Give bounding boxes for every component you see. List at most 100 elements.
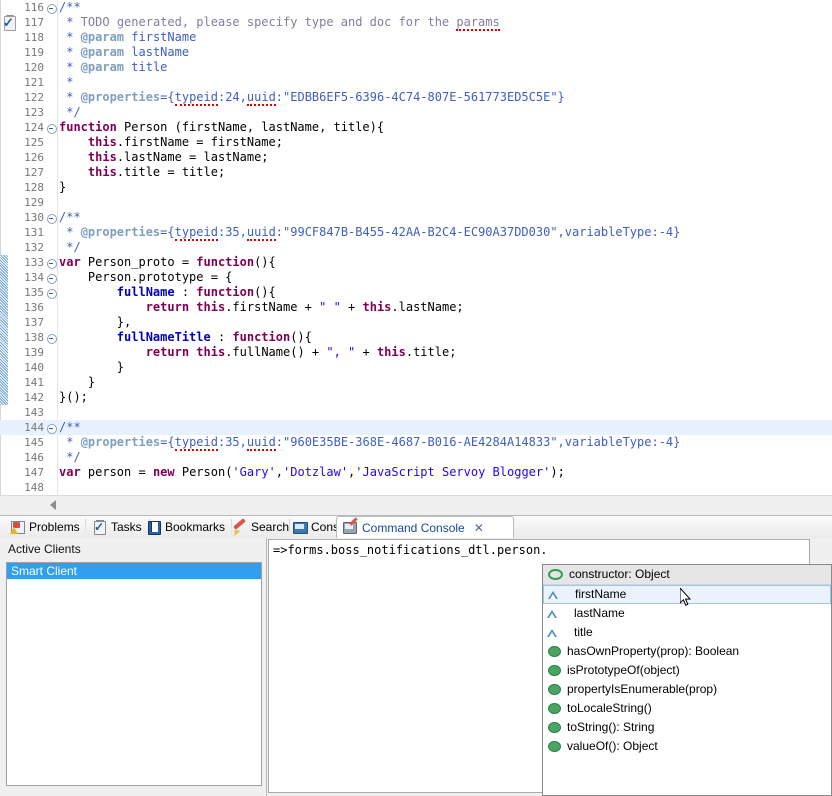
code-line[interactable]: 135 fullName : function(){ bbox=[0, 285, 832, 300]
code-line[interactable]: 148 bbox=[0, 480, 832, 495]
tab-command-console[interactable]: Command Console ✕ bbox=[336, 516, 514, 538]
code-line[interactable]: 119 * @param lastName bbox=[0, 45, 832, 60]
code-line[interactable]: 137 }, bbox=[0, 315, 832, 330]
code-line[interactable]: 146 */ bbox=[0, 450, 832, 465]
code-line[interactable]: 139 return this.fullName() + ", " + this… bbox=[0, 345, 832, 360]
list-item[interactable]: Smart Client bbox=[7, 563, 261, 579]
code-line[interactable]: 129 bbox=[0, 195, 832, 210]
code-text[interactable]: this.firstName = firstName; bbox=[59, 135, 283, 150]
code-text[interactable]: fullName : function(){ bbox=[59, 285, 276, 300]
code-line[interactable]: 142}(); bbox=[0, 390, 832, 405]
code-line[interactable]: 121 * bbox=[0, 75, 832, 90]
code-line[interactable]: 120 * @param title bbox=[0, 60, 832, 75]
code-text[interactable]: fullNameTitle : function(){ bbox=[59, 330, 312, 345]
code-text[interactable]: /** bbox=[59, 0, 81, 15]
code-text[interactable]: */ bbox=[59, 240, 80, 255]
tab-search[interactable]: Search bbox=[226, 516, 290, 538]
autocomplete-item[interactable]: title bbox=[543, 623, 831, 642]
code-text[interactable]: /** bbox=[59, 420, 81, 435]
code-text[interactable]: } bbox=[59, 180, 66, 195]
code-line[interactable]: 133 var Person_proto = function(){ bbox=[0, 255, 832, 270]
active-clients-pane: Active Clients Smart Client bbox=[0, 538, 267, 796]
fold-collapse-icon[interactable] bbox=[46, 270, 57, 285]
code-line[interactable]: 131 * @properties={typeid:35,uuid:"99CF8… bbox=[0, 225, 832, 241]
autocomplete-item[interactable]: valueOf(): Object bbox=[543, 737, 831, 756]
autocomplete-item[interactable]: toLocaleString() bbox=[543, 699, 831, 718]
fold-collapse-icon[interactable] bbox=[46, 120, 57, 135]
code-line[interactable]: 145 * @properties={typeid:35,uuid:"960E3… bbox=[0, 435, 832, 451]
task-marker-icon[interactable]: ✓ bbox=[2, 15, 18, 31]
fold-collapse-icon[interactable] bbox=[46, 210, 57, 225]
code-line[interactable]: 147 var person = new Person('Gary','Dotzl… bbox=[0, 465, 832, 480]
code-line[interactable]: 134 Person.prototype = { bbox=[0, 270, 832, 285]
code-text[interactable]: * @param firstName bbox=[59, 30, 196, 45]
code-line[interactable]: 118 * @param firstName bbox=[0, 30, 832, 45]
code-text[interactable]: this.title = title; bbox=[59, 165, 225, 180]
code-text[interactable]: * TODO generated, please specify type an… bbox=[59, 15, 500, 31]
code-line[interactable]: 136 return this.firstName + " " + this.l… bbox=[0, 300, 832, 315]
code-line[interactable]: 128} bbox=[0, 180, 832, 195]
scrollbar-track[interactable] bbox=[57, 496, 832, 515]
code-line[interactable]: 123 */ bbox=[0, 105, 832, 120]
autocomplete-item[interactable]: firstName bbox=[543, 585, 831, 604]
autocomplete-item[interactable]: hasOwnProperty(prop): Boolean bbox=[543, 642, 831, 661]
code-text[interactable]: var Person_proto = function(){ bbox=[59, 255, 276, 270]
editor-body[interactable]: 116 /** ✓ 117 * TODO generated, please spec… bbox=[0, 0, 832, 495]
code-text[interactable]: * @properties={typeid:24,uuid:"EDBB6EF5-… bbox=[59, 90, 565, 106]
tab-problems[interactable]: Problems bbox=[4, 516, 86, 538]
autocomplete-item[interactable]: lastName bbox=[543, 604, 831, 623]
code-text[interactable]: * @properties={typeid:35,uuid:"99CF847B-… bbox=[59, 225, 680, 241]
code-line[interactable]: 132 */ bbox=[0, 240, 832, 255]
code-line[interactable]: 122 * @properties={typeid:24,uuid:"EDBB6… bbox=[0, 90, 832, 106]
code-line[interactable]: 130 /** bbox=[0, 210, 832, 225]
code-text[interactable]: * bbox=[59, 75, 73, 90]
code-line[interactable]: 116 /** bbox=[0, 0, 832, 15]
code-line[interactable]: 125 this.firstName = firstName; bbox=[0, 135, 832, 150]
tab-bookmarks[interactable]: Bookmarks bbox=[140, 516, 232, 538]
code-text[interactable]: return this.firstName + " " + this.lastN… bbox=[59, 300, 464, 315]
fold-collapse-icon[interactable] bbox=[46, 285, 57, 300]
code-text[interactable]: }, bbox=[59, 315, 131, 330]
code-line[interactable]: 140 } bbox=[0, 360, 832, 375]
command-input-text[interactable]: =>forms.boss_notifications_dtl.person. bbox=[269, 540, 809, 560]
scroll-left-arrow-icon[interactable] bbox=[50, 500, 56, 510]
code-text[interactable]: function Person (firstName, lastName, ti… bbox=[59, 120, 384, 135]
code-text[interactable]: */ bbox=[59, 450, 80, 465]
code-line[interactable]: 141 } bbox=[0, 375, 832, 390]
fold-collapse-icon[interactable] bbox=[46, 255, 57, 270]
code-line[interactable]: 138 fullNameTitle : function(){ bbox=[0, 330, 832, 345]
code-line[interactable]: 126 this.lastName = lastName; bbox=[0, 150, 832, 165]
code-line[interactable]: 143 bbox=[0, 405, 832, 420]
code-line[interactable]: 144 /** bbox=[0, 420, 832, 435]
code-line[interactable]: 127 this.title = title; bbox=[0, 165, 832, 180]
close-icon[interactable]: ✕ bbox=[474, 522, 484, 534]
active-clients-list[interactable]: Smart Client bbox=[6, 562, 262, 786]
code-lines[interactable]: 116 /** ✓ 117 * TODO generated, please spec… bbox=[0, 0, 832, 495]
code-text[interactable]: */ bbox=[59, 105, 80, 120]
autocomplete-popup[interactable]: constructor: Object firstName lastName titl… bbox=[542, 564, 832, 796]
javascript-editor[interactable]: 116 /** ✓ 117 * TODO generated, please spec… bbox=[0, 0, 832, 516]
autocomplete-item[interactable]: constructor: Object bbox=[543, 565, 831, 585]
view-tab-bar[interactable]: Problems ✓ Tasks Bookmarks Search Console Comm… bbox=[0, 516, 832, 539]
code-token: .title; bbox=[405, 345, 457, 359]
fold-collapse-icon[interactable] bbox=[46, 330, 57, 345]
autocomplete-item[interactable]: toString(): String bbox=[543, 718, 831, 737]
autocomplete-item[interactable]: propertyIsEnumerable(prop) bbox=[543, 680, 831, 699]
code-text[interactable]: * @param title bbox=[59, 60, 167, 75]
code-line[interactable]: 124 function Person (firstName, lastName,… bbox=[0, 120, 832, 135]
code-text[interactable]: var person = new Person('Gary','Dotzlaw'… bbox=[59, 465, 565, 480]
fold-collapse-icon[interactable] bbox=[46, 420, 57, 435]
code-text[interactable]: this.lastName = lastName; bbox=[59, 150, 269, 165]
autocomplete-item[interactable]: isPrototypeOf(object) bbox=[543, 661, 831, 680]
code-text[interactable]: * @properties={typeid:35,uuid:"960E35BE-… bbox=[59, 435, 680, 451]
fold-collapse-icon[interactable] bbox=[46, 0, 57, 15]
code-text[interactable]: } bbox=[59, 375, 95, 390]
code-text[interactable]: } bbox=[59, 360, 124, 375]
code-text[interactable]: * @param lastName bbox=[59, 45, 189, 60]
code-text[interactable]: return this.fullName() + ", " + this.tit… bbox=[59, 345, 457, 360]
code-text[interactable]: }(); bbox=[59, 390, 88, 405]
editor-horizontal-scrollbar[interactable] bbox=[0, 495, 832, 515]
code-text[interactable]: /** bbox=[59, 210, 81, 225]
code-text[interactable]: Person.prototype = { bbox=[59, 270, 233, 285]
code-line[interactable]: ✓ 117 * TODO generated, please specify ty… bbox=[0, 15, 832, 31]
